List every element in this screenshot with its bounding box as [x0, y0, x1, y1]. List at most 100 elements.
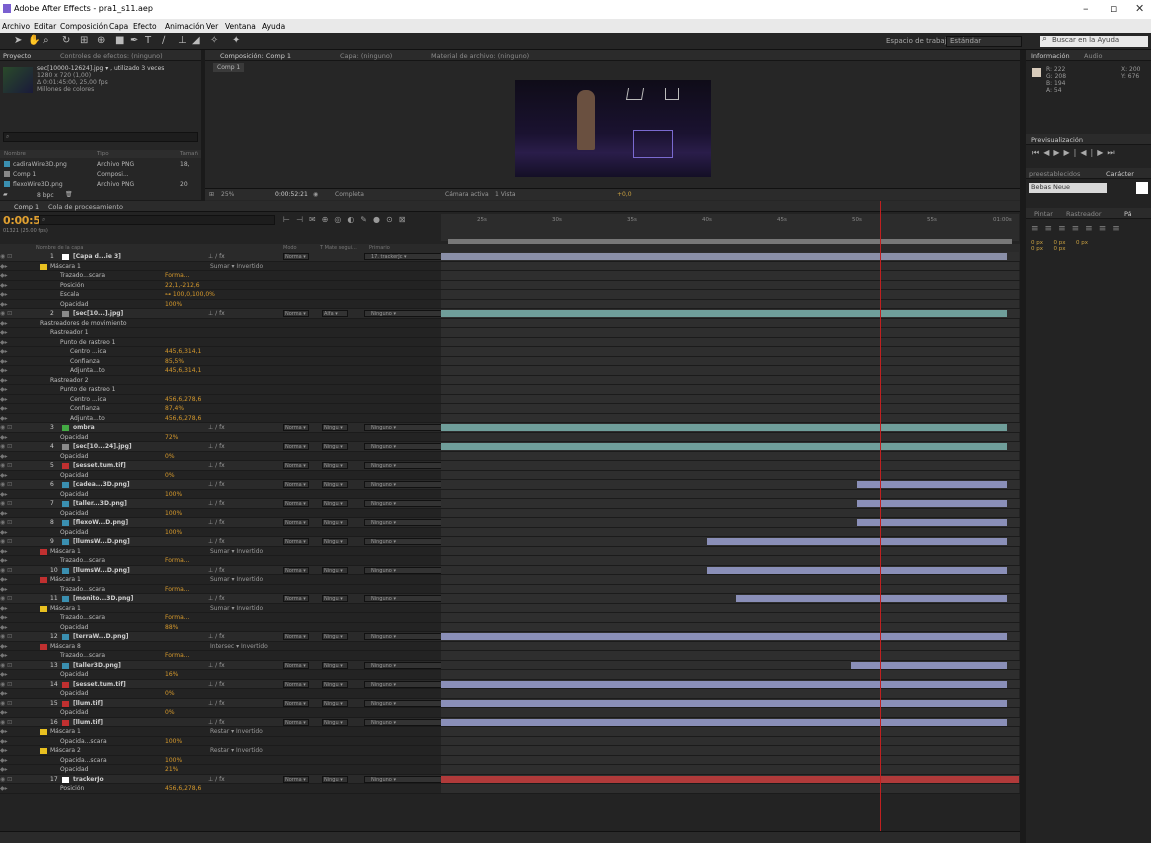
- property-row[interactable]: ◆▸ Posición 22,1,-212,6: [0, 280, 1020, 290]
- col-trkmat[interactable]: T Mate segui...: [320, 245, 357, 251]
- property-row[interactable]: ◆▸ Opacidad 0%: [0, 451, 1020, 461]
- trkmat-select[interactable]: Ningu ▾: [322, 462, 348, 469]
- visibility-icon[interactable]: ◆▸: [0, 624, 8, 631]
- layer-label-color[interactable]: [62, 482, 69, 488]
- parent-select[interactable]: Ninguno ▾: [364, 775, 444, 783]
- track-area[interactable]: [441, 575, 1019, 584]
- zoom-tool-icon[interactable]: ⌕: [43, 35, 49, 46]
- visibility-icon[interactable]: ◆▸: [0, 757, 8, 764]
- visibility-icon[interactable]: ◉ ⊡: [0, 595, 12, 602]
- layer-row[interactable]: ◉ ⊡ 5 [sesset.tum.tif] ⊥ ∕ fx Norma ▾ Ningu ▾…: [0, 461, 1020, 471]
- visibility-icon[interactable]: ◆▸: [0, 690, 8, 697]
- snapshot-icon[interactable]: ◉: [313, 191, 318, 198]
- mask-mode[interactable]: Sumar ▾ Invertido: [210, 263, 263, 270]
- bpc-label[interactable]: 8 bpc: [37, 192, 54, 199]
- parent-select[interactable]: Ninguno ▾: [364, 566, 444, 574]
- mask-mode[interactable]: Sumar ▾ Invertido: [210, 576, 263, 583]
- switches-icon[interactable]: ⊥ ∕ fx: [208, 538, 225, 545]
- visibility-icon[interactable]: ◉ ⊡: [0, 633, 12, 640]
- visibility-icon[interactable]: ◉ ⊡: [0, 776, 12, 783]
- visibility-icon[interactable]: ◆▸: [0, 529, 8, 536]
- selection-tool-icon[interactable]: ➤: [14, 35, 22, 46]
- trkmat-select[interactable]: Ningu ▾: [322, 519, 348, 526]
- layer-name[interactable]: trackerJo: [73, 776, 104, 783]
- menu-animacion[interactable]: Animación: [165, 22, 204, 31]
- track-area[interactable]: [441, 404, 1019, 413]
- layer-label-color[interactable]: [62, 681, 69, 688]
- switches-icon[interactable]: ⊥ ∕ fx: [208, 519, 225, 526]
- trkmat-select[interactable]: Ningu ▾: [322, 661, 348, 669]
- tab-effect-controls[interactable]: Controles de efectos: (ninguno): [60, 52, 163, 60]
- layer-row[interactable]: ◉ ⊡ 2 [sec[10...].jpg] ⊥ ∕ fx Norma ▾ Alfa ▾ N…: [0, 309, 1020, 319]
- track-area[interactable]: [441, 556, 1019, 565]
- layer-name[interactable]: [sesset.tum.tif]: [73, 681, 126, 688]
- layer-row[interactable]: ◉ ⊡ 11 [monito...3D.png] ⊥ ∕ fx Norma ▾ Ningu…: [0, 594, 1020, 604]
- mode-select[interactable]: Norma ▾: [283, 310, 309, 317]
- layer-duration-bar[interactable]: [441, 775, 1019, 783]
- visibility-icon[interactable]: ◆▸: [0, 728, 8, 735]
- track-area[interactable]: [441, 413, 1019, 422]
- layer-duration-bar[interactable]: [706, 566, 1008, 574]
- mask-mode[interactable]: Restar ▾ Invertido: [210, 747, 263, 754]
- layer-duration-bar[interactable]: [441, 699, 1008, 707]
- trkmat-select[interactable]: Ningu ▾: [322, 699, 348, 707]
- layer-label-color[interactable]: [62, 700, 69, 707]
- switches-icon[interactable]: ⊥ ∕ fx: [208, 633, 225, 640]
- visibility-icon[interactable]: ◆▸: [0, 614, 8, 621]
- property-row[interactable]: ◆▸ Máscara 2 Restar ▾ Invertido: [0, 746, 1020, 756]
- property-value[interactable]: 100%: [165, 757, 182, 764]
- pen-tool-icon[interactable]: ✒: [130, 35, 138, 46]
- property-row[interactable]: ◆▸ Escala ⊶ 100,0,100,0%: [0, 290, 1020, 300]
- layer-label-color[interactable]: [62, 444, 69, 450]
- menu-composicion[interactable]: Composición: [60, 22, 108, 31]
- preview-controls[interactable]: ⏮◀▶▶|◀|▶⏭: [1032, 148, 1119, 158]
- parent-select[interactable]: Ninguno ▾: [364, 481, 444, 488]
- property-value[interactable]: 456,6,278,6: [165, 396, 201, 403]
- layer-label-color[interactable]: [62, 520, 69, 526]
- timeline-search-input[interactable]: ⌕: [39, 215, 275, 225]
- property-value[interactable]: 100%: [165, 301, 182, 308]
- property-row[interactable]: ◆▸ Centro ...ica 445,6,314,1: [0, 347, 1020, 357]
- track-area[interactable]: [441, 670, 1019, 679]
- switches-icon[interactable]: ⊥ ∕ fx: [208, 700, 225, 707]
- zoom-select[interactable]: 25%: [221, 191, 234, 198]
- property-row[interactable]: ◆▸ Trazado...scara Forma...: [0, 271, 1020, 281]
- tab-comp1[interactable]: Comp 1: [14, 203, 39, 211]
- layer-duration-bar[interactable]: [441, 443, 1008, 450]
- visibility-icon[interactable]: ◉ ⊡: [0, 719, 12, 726]
- property-row[interactable]: ◆▸ Adjunta...to 445,6,314,1: [0, 366, 1020, 376]
- property-value[interactable]: 100%: [165, 491, 182, 498]
- tab-project[interactable]: Proyecto: [3, 52, 31, 60]
- mode-select[interactable]: Norma ▾: [283, 500, 309, 507]
- layer-label-color[interactable]: [62, 463, 69, 469]
- visibility-icon[interactable]: ◆▸: [0, 367, 8, 374]
- layer-label-color[interactable]: [62, 662, 69, 669]
- visibility-icon[interactable]: ◆▸: [0, 453, 8, 460]
- layer-label-color[interactable]: [62, 539, 69, 545]
- switches-icon[interactable]: ⊥ ∕ fx: [208, 595, 225, 602]
- switches-icon[interactable]: ⊥ ∕ fx: [208, 567, 225, 574]
- parent-select[interactable]: Ninguno ▾: [364, 310, 444, 317]
- tab-composition[interactable]: Composición: Comp 1: [220, 52, 291, 60]
- visibility-icon[interactable]: ◉ ⊡: [0, 462, 12, 469]
- track-area[interactable]: [441, 527, 1019, 536]
- property-row[interactable]: ◆▸ Opacidad 16%: [0, 670, 1020, 680]
- property-value[interactable]: 21%: [165, 766, 178, 773]
- property-row[interactable]: ◆▸ Máscara 1 Sumar ▾ Invertido: [0, 603, 1020, 613]
- mask-tool-icon[interactable]: ■: [115, 35, 124, 46]
- layer-name[interactable]: [llum.tif]: [73, 719, 103, 726]
- property-row[interactable]: ◆▸ Máscara 1 Sumar ▾ Invertido: [0, 575, 1020, 585]
- trkmat-select[interactable]: Ningu ▾: [322, 566, 348, 574]
- visibility-icon[interactable]: ◆▸: [0, 747, 8, 754]
- layer-duration-bar[interactable]: [441, 253, 1008, 260]
- layer-label-color[interactable]: [62, 596, 69, 602]
- property-value[interactable]: 456,6,278,6: [165, 785, 201, 792]
- mode-select[interactable]: Norma ▾: [283, 519, 309, 526]
- track-area[interactable]: [441, 318, 1019, 327]
- visibility-icon[interactable]: ◆▸: [0, 263, 8, 270]
- property-row[interactable]: ◆▸ Punto de rastreo 1: [0, 385, 1020, 395]
- property-row[interactable]: ◆▸ Máscara 8 Intersec ▾ Invertido: [0, 641, 1020, 651]
- property-row[interactable]: ◆▸ Opacidad 0%: [0, 708, 1020, 718]
- parent-select[interactable]: Ninguno ▾: [364, 595, 444, 602]
- track-area[interactable]: [441, 356, 1019, 365]
